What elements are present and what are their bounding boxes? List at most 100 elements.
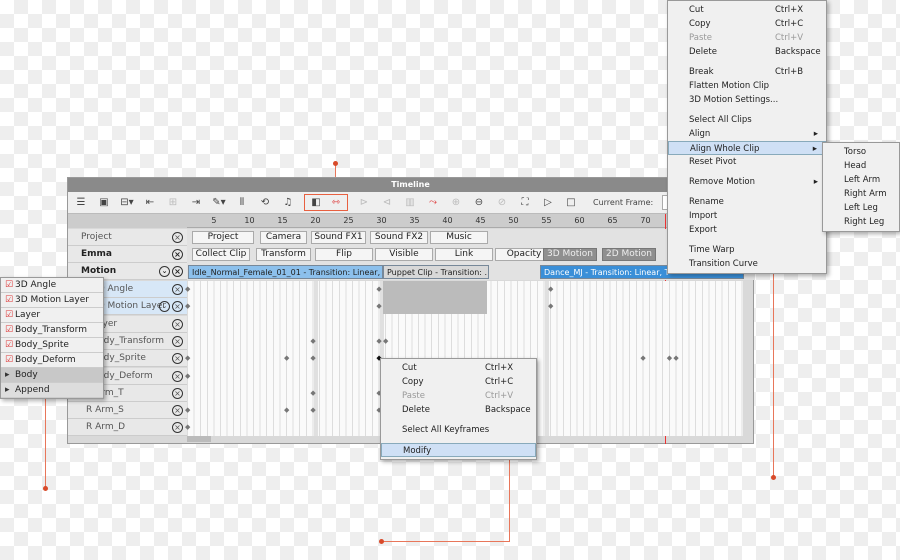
filter-item[interactable]: ☑ 3D Angle bbox=[1, 278, 103, 293]
keyframe[interactable]: ◆ bbox=[185, 423, 190, 431]
emma-clip-button[interactable]: Collect Clip bbox=[192, 248, 250, 261]
close-icon[interactable]: × bbox=[172, 318, 183, 330]
keyframe[interactable]: ◆ bbox=[310, 389, 315, 397]
keyframe[interactable]: ◆ bbox=[310, 354, 315, 362]
menu-item[interactable]: Paste Ctrl+V bbox=[668, 31, 826, 45]
close-icon[interactable]: × bbox=[172, 266, 183, 277]
zoom-reset-icon[interactable]: ⊘ bbox=[495, 197, 509, 208]
filter-item[interactable]: ☑ Body_Transform bbox=[1, 323, 103, 338]
project-clip-button[interactable]: Project bbox=[192, 231, 254, 244]
project-clip-button[interactable]: Sound FX1 bbox=[311, 231, 366, 244]
menu-item[interactable]: Export bbox=[668, 223, 826, 237]
append-icon[interactable]: ⇥ bbox=[189, 197, 203, 208]
close-icon[interactable]: × bbox=[172, 370, 183, 382]
menu-item[interactable]: Import bbox=[668, 209, 826, 223]
menu-item[interactable]: Align Whole Clip ▸ bbox=[668, 141, 826, 155]
keyframe[interactable]: ◆ bbox=[284, 354, 289, 362]
keyframe[interactable]: ◆ bbox=[310, 337, 315, 345]
emma-clip-button[interactable]: Transform bbox=[256, 248, 311, 261]
align-option[interactable]: Right Leg bbox=[823, 215, 899, 229]
menu-item[interactable]: Align ▸ bbox=[668, 127, 826, 141]
align-option[interactable]: Left Leg bbox=[823, 201, 899, 215]
menu-item[interactable]: Reset Pivot bbox=[668, 155, 826, 169]
filter-submenu[interactable]: ▸ Body bbox=[1, 368, 103, 383]
menu-item[interactable]: Break Ctrl+B bbox=[668, 65, 826, 79]
keyframe[interactable]: ◆ bbox=[376, 337, 381, 345]
checkbox-icon[interactable]: ☑ bbox=[5, 278, 13, 292]
key-add-icon[interactable]: ⊳ bbox=[357, 197, 371, 208]
project-clip-button[interactable]: Sound FX2 bbox=[370, 231, 428, 244]
close-icon[interactable]: × bbox=[172, 301, 183, 313]
filter-item[interactable]: ☑ Layer bbox=[1, 308, 103, 323]
close-icon[interactable]: × bbox=[172, 405, 183, 417]
keyframe[interactable]: ◆ bbox=[310, 406, 315, 414]
align-option[interactable]: Right Arm bbox=[823, 187, 899, 201]
keyframe[interactable]: ◆ bbox=[185, 354, 190, 362]
chevron-down-icon[interactable]: ⌄ bbox=[159, 266, 170, 277]
project-clip-button[interactable]: Music bbox=[430, 231, 488, 244]
row-emma[interactable]: Emma × bbox=[68, 246, 187, 263]
add-icon[interactable]: ⊞ bbox=[166, 197, 180, 208]
close-icon[interactable]: × bbox=[172, 232, 183, 243]
checkbox-icon[interactable]: ☑ bbox=[5, 293, 13, 307]
track-row[interactable]: R Arm_S × bbox=[68, 402, 187, 420]
close-icon[interactable]: × bbox=[172, 249, 183, 260]
keyframe[interactable]: ◆ bbox=[548, 285, 553, 293]
clip-icon[interactable]: ◧ bbox=[309, 197, 323, 208]
menu-item[interactable]: 3D Motion Settings... bbox=[668, 93, 826, 107]
close-icon[interactable]: × bbox=[172, 353, 183, 365]
menu-item[interactable]: Flatten Motion Clip bbox=[668, 79, 826, 93]
keyframe[interactable]: ◆ bbox=[185, 372, 190, 380]
checkbox-icon[interactable]: ☑ bbox=[5, 308, 13, 322]
insert-icon[interactable]: ⇤ bbox=[143, 197, 157, 208]
close-icon[interactable]: × bbox=[172, 387, 183, 399]
track-row[interactable]: R Arm_D × bbox=[68, 419, 187, 437]
list-icon[interactable]: ☰ bbox=[74, 197, 88, 208]
menu-item[interactable]: Paste Ctrl+V bbox=[381, 389, 536, 403]
close-icon[interactable]: × bbox=[172, 422, 183, 434]
filter-item[interactable]: ☑ Body_Sprite bbox=[1, 338, 103, 353]
stop-icon[interactable]: □ bbox=[564, 197, 578, 208]
keyframe[interactable]: ◆ bbox=[383, 337, 388, 345]
menu-item[interactable]: Transition Curve bbox=[668, 257, 826, 271]
project-clip-button[interactable]: Camera bbox=[260, 231, 307, 244]
keyframe[interactable]: ◆ bbox=[548, 302, 553, 310]
menu-item[interactable]: Delete Backspace bbox=[668, 45, 826, 59]
keyframe[interactable]: ◆ bbox=[673, 354, 678, 362]
key-remove-icon[interactable]: ⊲ bbox=[380, 197, 394, 208]
chevron-down-icon[interactable]: ⌄ bbox=[159, 301, 170, 313]
emma-clip-button[interactable]: Visible bbox=[375, 248, 433, 261]
menu-item[interactable]: Cut Ctrl+X bbox=[668, 3, 826, 17]
split-icon[interactable]: ⫴ bbox=[235, 197, 249, 208]
menu-item[interactable]: Time Warp bbox=[668, 243, 826, 257]
columns-icon[interactable]: ▥ bbox=[403, 197, 417, 208]
menu-item[interactable]: Delete Backspace bbox=[381, 403, 536, 417]
menu-item[interactable]: Remove Motion ▸ bbox=[668, 175, 826, 189]
stretch-icon[interactable]: ⇿ bbox=[329, 197, 343, 208]
menu-item[interactable]: Copy Ctrl+C bbox=[381, 375, 536, 389]
play-icon[interactable]: ▷ bbox=[541, 197, 555, 208]
emma-clip-button[interactable]: 3D Motion bbox=[543, 248, 597, 261]
checkbox-icon[interactable]: ☑ bbox=[5, 353, 13, 367]
loop-icon[interactable]: ⟲ bbox=[258, 197, 272, 208]
align-option[interactable]: Torso bbox=[823, 145, 899, 159]
keyframe[interactable]: ◆ bbox=[185, 285, 190, 293]
checkbox-icon[interactable]: ☑ bbox=[5, 338, 13, 352]
keyframe[interactable]: ◆ bbox=[185, 302, 190, 310]
scrollbar[interactable] bbox=[187, 436, 211, 442]
filter-item[interactable]: ☑ Body_Deform bbox=[1, 353, 103, 368]
align-option[interactable]: Head bbox=[823, 159, 899, 173]
motion-clip[interactable]: Puppet Clip - Transition: ... bbox=[383, 265, 489, 279]
zoom-in-icon[interactable]: ⊕ bbox=[449, 197, 463, 208]
filter-item[interactable]: ☑ 3D Motion Layer bbox=[1, 293, 103, 308]
music-icon[interactable]: ♫ bbox=[281, 197, 295, 208]
frame-icon[interactable]: ▣ bbox=[97, 197, 111, 208]
menu-item[interactable]: Copy Ctrl+C bbox=[668, 17, 826, 31]
menu-item[interactable]: Rename bbox=[668, 195, 826, 209]
motion-clip[interactable]: Idle_Normal_Female_01_01 - Transition: L… bbox=[188, 265, 383, 279]
emma-clip-button[interactable]: Flip bbox=[315, 248, 373, 261]
checkbox-icon[interactable]: ☑ bbox=[5, 323, 13, 337]
keyframe[interactable]: ◆ bbox=[667, 354, 672, 362]
filter-submenu[interactable]: ▸ Append bbox=[1, 383, 103, 398]
keyframe[interactable]: ◆ bbox=[185, 406, 190, 414]
